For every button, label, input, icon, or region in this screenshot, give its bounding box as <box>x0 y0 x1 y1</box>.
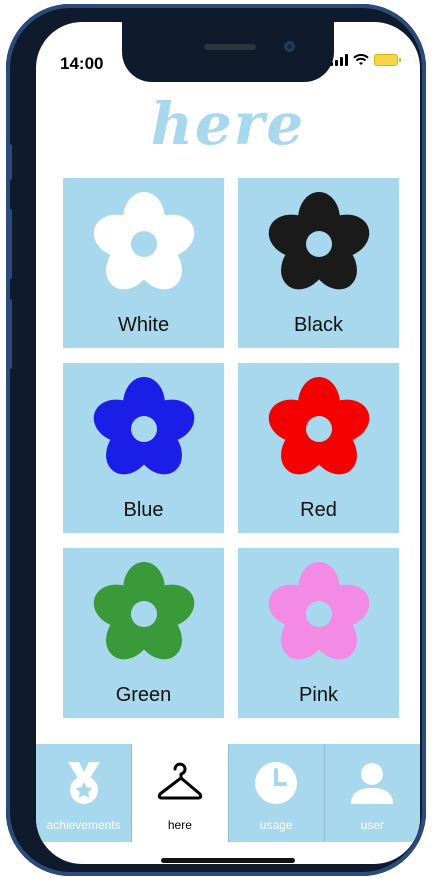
flower-icon <box>93 192 195 290</box>
flower-tile-black[interactable]: Black <box>238 178 399 348</box>
flower-grid: White Black Blue Red Green Pink <box>63 178 399 718</box>
flower-label: White <box>117 314 170 336</box>
tab-achievements[interactable]: achievements <box>36 744 133 842</box>
flower-icon <box>268 192 370 290</box>
flower-icon <box>93 377 195 475</box>
volume-up-button <box>6 209 12 279</box>
flower-tile-blue[interactable]: Blue <box>63 363 224 533</box>
flower-icon <box>268 377 370 475</box>
flower-tile-red[interactable]: Red <box>238 363 399 533</box>
tab-label: here <box>167 818 192 832</box>
mute-switch <box>6 144 12 180</box>
notch <box>122 22 334 82</box>
flower-label: Black <box>294 314 343 336</box>
home-indicator[interactable] <box>161 858 295 863</box>
status-icons <box>330 54 401 66</box>
flower-tile-pink[interactable]: Pink <box>238 548 399 718</box>
medal-icon <box>67 762 100 804</box>
tab-label: achievements <box>46 818 121 832</box>
front-camera <box>284 41 295 52</box>
tab-user[interactable]: user <box>325 744 420 842</box>
status-time: 14:00 <box>60 54 104 73</box>
tab-bar: achievements here usage user <box>36 744 420 842</box>
tab-usage[interactable]: usage <box>229 744 325 842</box>
flower-icon <box>268 562 370 660</box>
tab-label: user <box>360 818 385 832</box>
flower-label: Blue <box>123 499 164 521</box>
tab-here[interactable]: here <box>132 744 229 842</box>
flower-label: Pink <box>299 684 338 706</box>
clock-icon <box>255 762 298 804</box>
screen: 14:00 here White Black Blue Red Green Pi… <box>36 22 420 864</box>
hanger-icon <box>157 762 203 800</box>
tab-label: usage <box>259 818 293 832</box>
speaker <box>204 44 256 50</box>
battery-icon <box>374 54 401 66</box>
flower-label: Green <box>115 684 172 706</box>
flower-tile-green[interactable]: Green <box>63 548 224 718</box>
volume-down-button <box>6 299 12 369</box>
flower-tile-white[interactable]: White <box>63 178 224 348</box>
wifi-icon <box>353 54 369 65</box>
flower-icon <box>93 562 195 660</box>
page-title: here <box>150 90 306 158</box>
user-icon <box>351 763 394 804</box>
phone-frame: 14:00 here White Black Blue Red Green Pi… <box>6 4 426 876</box>
flower-label: Red <box>300 499 337 521</box>
